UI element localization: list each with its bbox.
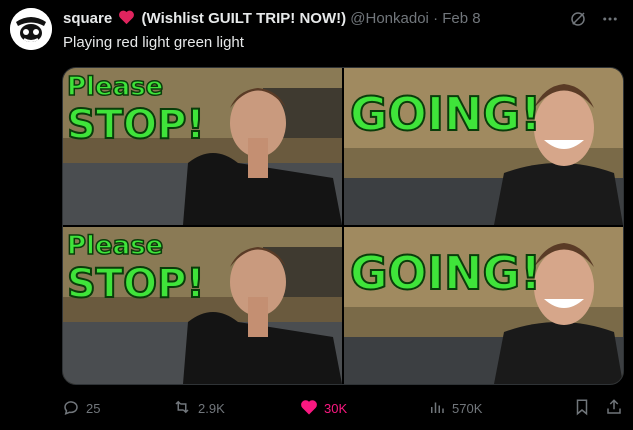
repost-count: 2.9K	[198, 400, 225, 416]
like-button[interactable]: 30K	[300, 398, 428, 419]
svg-text:STOP!: STOP!	[67, 261, 205, 307]
avatar[interactable]	[10, 8, 52, 50]
svg-text:Please: Please	[67, 231, 163, 261]
media-grid[interactable]: Please STOP! GOING! Please STOP! GOING!	[62, 67, 624, 385]
views-button[interactable]: 570K	[428, 398, 546, 419]
svg-text:STOP!: STOP!	[67, 102, 205, 148]
media-image-go-1[interactable]: GOING!	[344, 68, 623, 225]
tweet-text: Playing red light green light	[63, 34, 244, 51]
red-heart-emoji-icon	[118, 9, 135, 31]
view-count: 570K	[452, 400, 483, 416]
grok-icon[interactable]	[569, 10, 587, 33]
header-actions	[569, 10, 619, 33]
bookmark-icon[interactable]	[573, 398, 591, 419]
reply-icon	[62, 398, 80, 419]
like-count: 30K	[324, 400, 348, 416]
repost-button[interactable]: 2.9K	[172, 398, 300, 419]
media-image-stop-2[interactable]: Please STOP!	[63, 227, 342, 384]
heart-icon	[300, 398, 318, 419]
share-icon[interactable]	[605, 398, 623, 419]
tweet-header: square (Wishlist GUILT TRIP! NOW!) @Honk…	[63, 9, 573, 31]
svg-text:GOING!: GOING!	[350, 246, 541, 300]
tweet-actions: 25 2.9K 30K 570K	[62, 396, 623, 420]
tweet-date[interactable]: Feb 8	[442, 10, 480, 27]
separator-dot: ·	[433, 10, 439, 27]
reply-count: 25	[86, 400, 101, 416]
repost-icon	[172, 398, 192, 419]
display-name[interactable]: square	[63, 10, 112, 27]
media-image-stop-1[interactable]: Please STOP!	[63, 68, 342, 225]
views-icon	[428, 398, 446, 419]
media-image-go-2[interactable]: GOING!	[344, 227, 623, 384]
reply-button[interactable]: 25	[62, 398, 172, 419]
display-name-suffix[interactable]: (Wishlist GUILT TRIP! NOW!)	[142, 10, 347, 27]
user-handle[interactable]: @Honkadoi	[350, 10, 429, 27]
more-icon[interactable]	[601, 10, 619, 33]
svg-text:Please: Please	[67, 72, 163, 102]
svg-text:GOING!: GOING!	[350, 87, 541, 141]
